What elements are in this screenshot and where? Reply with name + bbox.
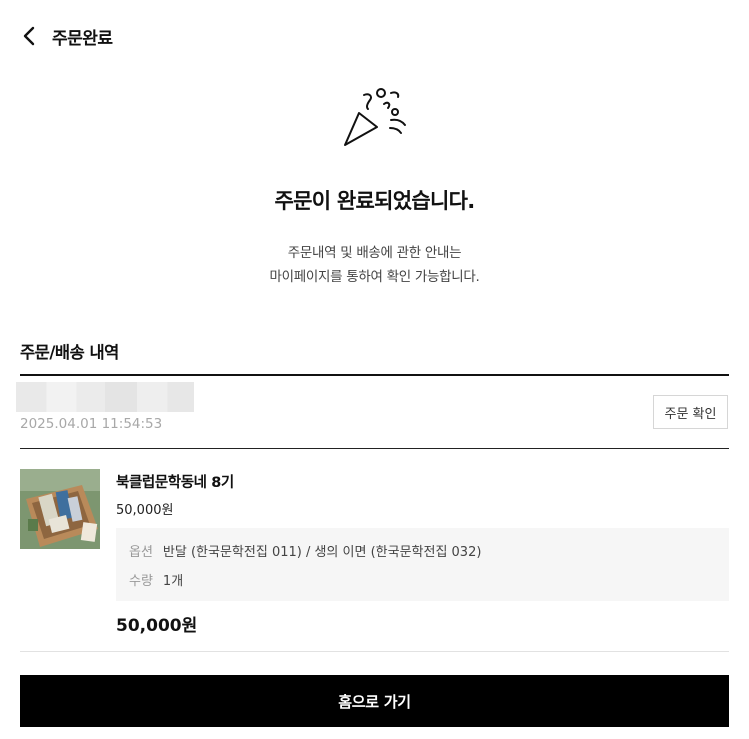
option-box: 옵션 반달 (한국문학전집 011) / 생의 이면 (한국문학전집 032) 수… bbox=[116, 528, 729, 601]
option-row: 옵션 반달 (한국문학전집 011) / 생의 이면 (한국문학전집 032) bbox=[129, 541, 481, 560]
masked-order-number bbox=[16, 382, 194, 412]
guide-line-1: 주문내역 및 배송에 관한 안내는 bbox=[287, 245, 462, 261]
product-price: 50,000원 bbox=[116, 503, 174, 518]
completion-title: 주문이 완료되었습니다. bbox=[274, 189, 475, 213]
guide-line-2: 마이페이지를 통하여 확인 가능합니다. bbox=[269, 269, 480, 285]
order-divider bbox=[20, 448, 729, 449]
product-thumbnail[interactable] bbox=[20, 469, 100, 549]
page-header: 주문완료 bbox=[0, 0, 749, 70]
product-image bbox=[20, 469, 100, 549]
completion-guide: 주문내역 및 배송에 관한 안내는 마이페이지를 통하여 확인 가능합니다. bbox=[0, 241, 749, 289]
section-divider bbox=[20, 374, 729, 376]
bottom-divider bbox=[20, 651, 729, 652]
quantity-key: 수량 bbox=[129, 574, 153, 589]
go-home-button[interactable]: 홈으로 가기 bbox=[20, 675, 729, 727]
order-confirm-button[interactable]: 주문 확인 bbox=[653, 395, 728, 429]
product-name[interactable]: 북클럽문학동네 8기 bbox=[116, 471, 234, 492]
quantity-value: 1개 bbox=[162, 574, 184, 589]
option-key: 옵션 bbox=[129, 545, 153, 560]
total-price: 50,000원 bbox=[116, 616, 198, 636]
page-title: 주문완료 bbox=[52, 29, 113, 49]
section-title: 주문/배송 내역 bbox=[20, 343, 119, 362]
quantity-row: 수량 1개 bbox=[129, 570, 183, 589]
order-date: 2025.04.01 11:54:53 bbox=[20, 416, 163, 432]
option-value: 반달 (한국문학전집 011) / 생의 이면 (한국문학전집 032) bbox=[162, 545, 482, 560]
party-popper-icon bbox=[344, 88, 406, 146]
chevron-left-icon[interactable] bbox=[18, 24, 42, 48]
